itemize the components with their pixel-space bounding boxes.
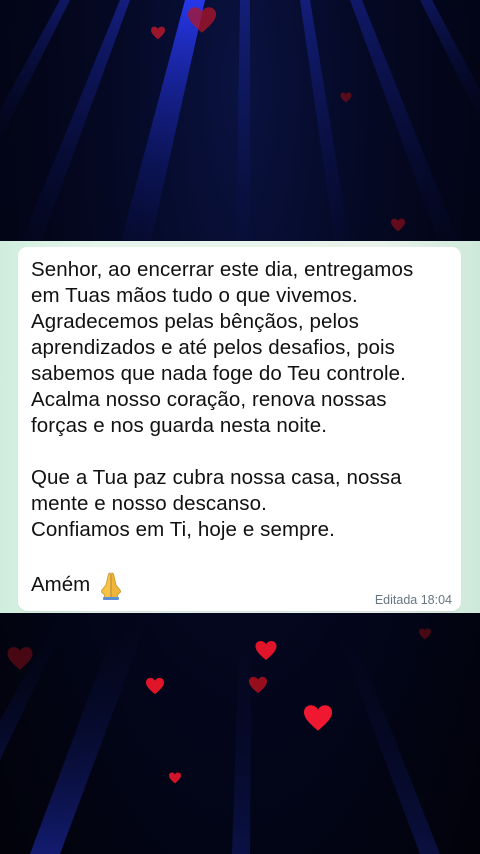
edited-label: Editada: [374, 593, 418, 607]
message-time: 18:04: [420, 593, 452, 607]
message-line: aprendizados e até pelos desafios, pois: [31, 336, 396, 359]
heart-icon: [304, 705, 332, 731]
message-line: Que a Tua paz cubra nossa casa, nossa: [31, 466, 402, 489]
message-line: em Tuas mãos tudo o que vivemos.: [31, 284, 358, 307]
message-line: Senhor, ao encerrar este dia, entregamos: [31, 258, 414, 281]
heart-icon: [7, 647, 33, 670]
message-line: mente e nosso descanso.: [31, 492, 267, 515]
heart-icon: [419, 628, 431, 640]
heart-icon: [146, 677, 164, 695]
video-frame: Senhor, ao encerrar este dia, entregamos…: [0, 0, 480, 854]
message-line: Agradecemos pelas bênçãos, pelos: [31, 310, 359, 333]
message-line: Confiamos em Ti, hoje e sempre.: [31, 518, 335, 541]
heart-icon: [169, 772, 181, 784]
message-line: sabemos que nada foge do Teu controle.: [31, 362, 406, 385]
heart-icon: [249, 676, 267, 694]
closing-text: Amém: [31, 573, 91, 596]
message-line: forças e nos guarda nesta noite.: [31, 414, 328, 437]
heart-icon: [151, 26, 165, 40]
message-bubble[interactable]: Senhor, ao encerrar este dia, entregamos…: [18, 247, 461, 611]
heart-icon: [188, 7, 216, 33]
praying-hands-icon: [101, 572, 122, 600]
heart-icon: [391, 218, 405, 232]
heart-icon: [255, 640, 277, 661]
closing-row: Amém: [31, 570, 124, 600]
heart-icon: [340, 92, 352, 103]
message-line: Acalma nosso coração, renova nossas: [31, 388, 387, 411]
message-text: Senhor, ao encerrar este dia, entregamos…: [31, 257, 449, 543]
message-meta: Editada 18:04: [375, 593, 452, 607]
